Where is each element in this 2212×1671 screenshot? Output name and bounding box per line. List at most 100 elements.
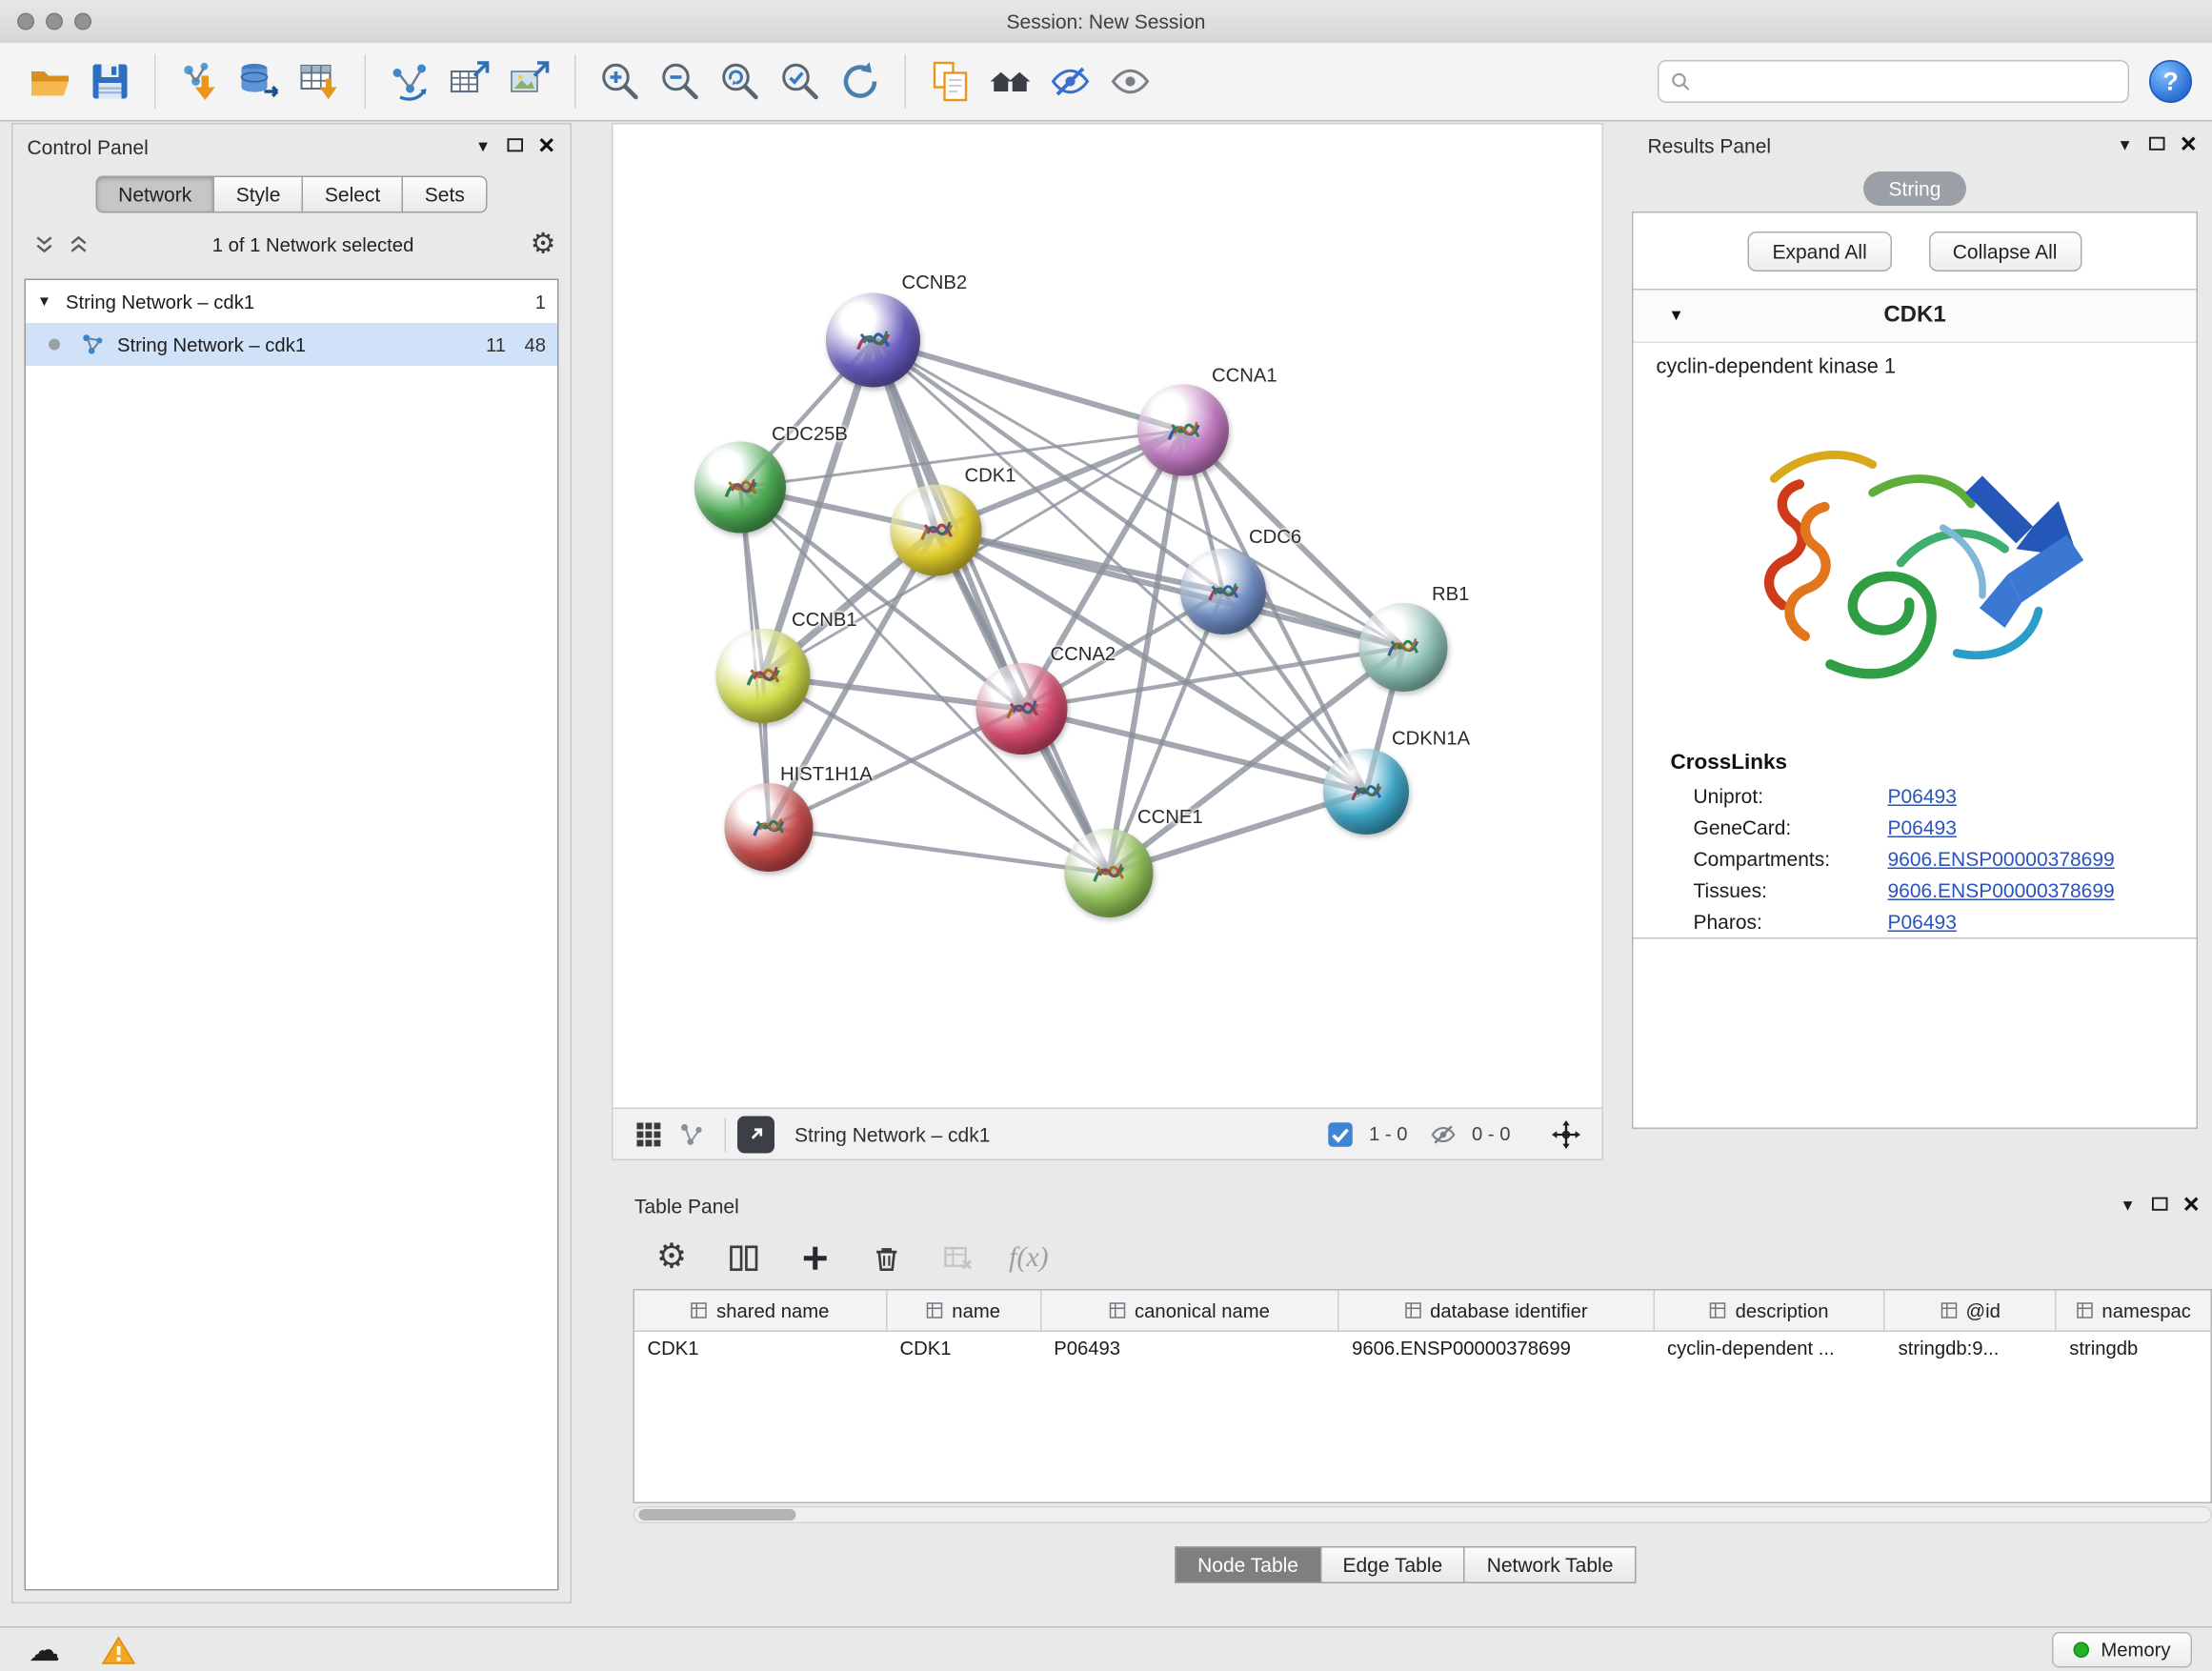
show-columns-icon[interactable] — [723, 1238, 763, 1278]
crosslink-compartments[interactable]: 9606.ENSP00000378699 — [1888, 848, 2115, 871]
tab-edge-table[interactable]: Edge Table — [1319, 1546, 1465, 1583]
collapse-all-button[interactable]: Collapse All — [1928, 232, 2081, 272]
table-row[interactable]: CDK1 CDK1 P06493 9606.ENSP00000378699 cy… — [634, 1332, 2211, 1369]
panel-menu-icon[interactable]: ▼ — [468, 139, 499, 156]
hide-selected-button[interactable] — [1040, 51, 1100, 111]
toolbar-separator — [574, 54, 576, 109]
network-node-cdk1[interactable] — [891, 485, 982, 576]
close-panel-icon[interactable] — [2175, 1195, 2206, 1218]
network-node-ccnb2[interactable] — [826, 293, 920, 388]
node-label: CCNE1 — [1137, 806, 1203, 828]
import-network-database-button[interactable] — [231, 51, 291, 111]
network-node-ccna1[interactable] — [1137, 385, 1229, 476]
collapse-collection-icon[interactable]: ▼ — [37, 293, 66, 310]
warning-icon[interactable] — [94, 1631, 143, 1668]
close-window-button[interactable] — [17, 13, 34, 30]
column-header[interactable]: shared name — [634, 1291, 887, 1331]
column-header[interactable]: database identifier — [1339, 1291, 1655, 1331]
network-node-ccne1[interactable] — [1065, 829, 1154, 917]
network-node-hist1h1a[interactable] — [725, 783, 814, 872]
help-button[interactable]: ? — [2149, 60, 2192, 103]
copy-document-button[interactable] — [920, 51, 980, 111]
network-name: String Network – cdk1 — [117, 333, 466, 355]
zoom-fit-button[interactable] — [711, 51, 771, 111]
node-label: CDKN1A — [1392, 728, 1470, 750]
memory-button[interactable]: Memory — [2052, 1632, 2192, 1668]
column-header[interactable]: namespac — [2057, 1291, 2211, 1331]
grid-view-icon[interactable] — [628, 1116, 671, 1153]
network-canvas[interactable]: CCNB2CCNA1CDC25BCDK1CDC6RB1CCNB1CCNA2CDK… — [612, 123, 1603, 1109]
network-node-ccna2[interactable] — [976, 663, 1068, 755]
protein-thumbnail-icon — [1196, 564, 1251, 619]
network-collection-row[interactable]: ▼ String Network – cdk1 1 — [26, 280, 557, 323]
float-panel-icon[interactable] — [2143, 1195, 2175, 1218]
import-network-file-button[interactable] — [171, 51, 231, 111]
network-nodes: CCNB2CCNA1CDC25BCDK1CDC6RB1CCNB1CCNA2CDK… — [613, 125, 1604, 1110]
search-box[interactable] — [1658, 60, 2129, 103]
panel-menu-icon[interactable]: ▼ — [2109, 137, 2141, 154]
column-header[interactable]: canonical name — [1041, 1291, 1339, 1331]
scrollbar-thumb[interactable] — [639, 1509, 796, 1520]
column-header[interactable]: description — [1655, 1291, 1886, 1331]
control-panel-tabs: Network Style Select Sets — [13, 176, 571, 213]
birdseye-view-icon[interactable] — [671, 1116, 714, 1153]
collapse-all-networks-icon[interactable] — [62, 233, 96, 256]
float-panel-icon[interactable] — [2141, 134, 2172, 157]
zoom-selected-button[interactable] — [771, 51, 831, 111]
zoom-in-button[interactable] — [591, 51, 651, 111]
table-settings-gear-icon[interactable]: ⚙ — [652, 1238, 692, 1278]
close-panel-icon[interactable] — [531, 136, 562, 159]
save-session-button[interactable] — [80, 51, 140, 111]
create-column-icon[interactable] — [794, 1238, 835, 1278]
crosslink-uniprot[interactable]: P06493 — [1888, 785, 1957, 808]
hidden-items-eye-slash-icon[interactable] — [1421, 1116, 1464, 1153]
search-input[interactable] — [1700, 69, 2117, 94]
tab-network-table[interactable]: Network Table — [1464, 1546, 1637, 1583]
panel-menu-icon[interactable]: ▼ — [2112, 1198, 2143, 1215]
node-label: CCNB1 — [792, 609, 857, 631]
collapse-section-icon[interactable]: ▼ — [1634, 308, 1719, 325]
tab-string[interactable]: String — [1863, 171, 1967, 206]
open-session-button[interactable] — [20, 51, 80, 111]
network-options-gear-icon[interactable]: ⚙ — [531, 231, 556, 259]
crosslink-genecard[interactable]: P06493 — [1888, 816, 1957, 839]
import-table-button[interactable] — [291, 51, 351, 111]
pan-tool-icon[interactable] — [1545, 1116, 1588, 1153]
home-button[interactable] — [980, 51, 1040, 111]
network-node-cdc6[interactable] — [1180, 549, 1266, 634]
refresh-view-button[interactable] — [831, 51, 891, 111]
column-header[interactable]: name — [887, 1291, 1041, 1331]
network-node-cdkn1a[interactable] — [1323, 749, 1409, 835]
selected-items-checkbox-icon[interactable] — [1318, 1116, 1361, 1153]
crosslink-tissues[interactable]: 9606.ENSP00000378699 — [1888, 879, 2115, 902]
tab-select[interactable]: Select — [302, 176, 403, 213]
protein-section-header[interactable]: ▼ CDK1 — [1634, 291, 2197, 344]
expand-all-button[interactable]: Expand All — [1748, 232, 1891, 272]
horizontal-scrollbar[interactable] — [633, 1506, 2212, 1523]
expand-all-networks-icon[interactable] — [28, 233, 62, 256]
zoom-out-button[interactable] — [651, 51, 711, 111]
tab-style[interactable]: Style — [213, 176, 304, 213]
new-network-from-table-button[interactable] — [440, 51, 500, 111]
column-header[interactable]: @id — [1885, 1291, 2057, 1331]
float-panel-icon[interactable] — [499, 136, 531, 159]
delete-columns-icon[interactable] — [866, 1238, 906, 1278]
search-icon — [1671, 70, 1693, 92]
tab-node-table[interactable]: Node Table — [1175, 1546, 1321, 1583]
tab-network[interactable]: Network — [95, 176, 214, 213]
function-builder-icon[interactable]: f(x) — [1009, 1241, 1049, 1275]
maximize-window-button[interactable] — [74, 13, 91, 30]
close-panel-icon[interactable] — [2172, 134, 2203, 157]
network-node-ccnb1[interactable] — [716, 629, 811, 723]
new-view-button[interactable] — [500, 51, 560, 111]
network-row[interactable]: String Network – cdk1 11 48 — [26, 323, 557, 366]
show-all-button[interactable] — [1100, 51, 1160, 111]
cloud-icon[interactable]: ☁ — [20, 1631, 69, 1668]
tab-sets[interactable]: Sets — [402, 176, 488, 213]
network-node-cdc25b[interactable] — [694, 442, 786, 534]
network-node-rb1[interactable] — [1359, 603, 1448, 692]
minimize-window-button[interactable] — [46, 13, 63, 30]
export-view-button[interactable] — [737, 1116, 774, 1153]
new-network-button[interactable] — [380, 51, 440, 111]
crosslink-pharos[interactable]: P06493 — [1888, 911, 1957, 934]
